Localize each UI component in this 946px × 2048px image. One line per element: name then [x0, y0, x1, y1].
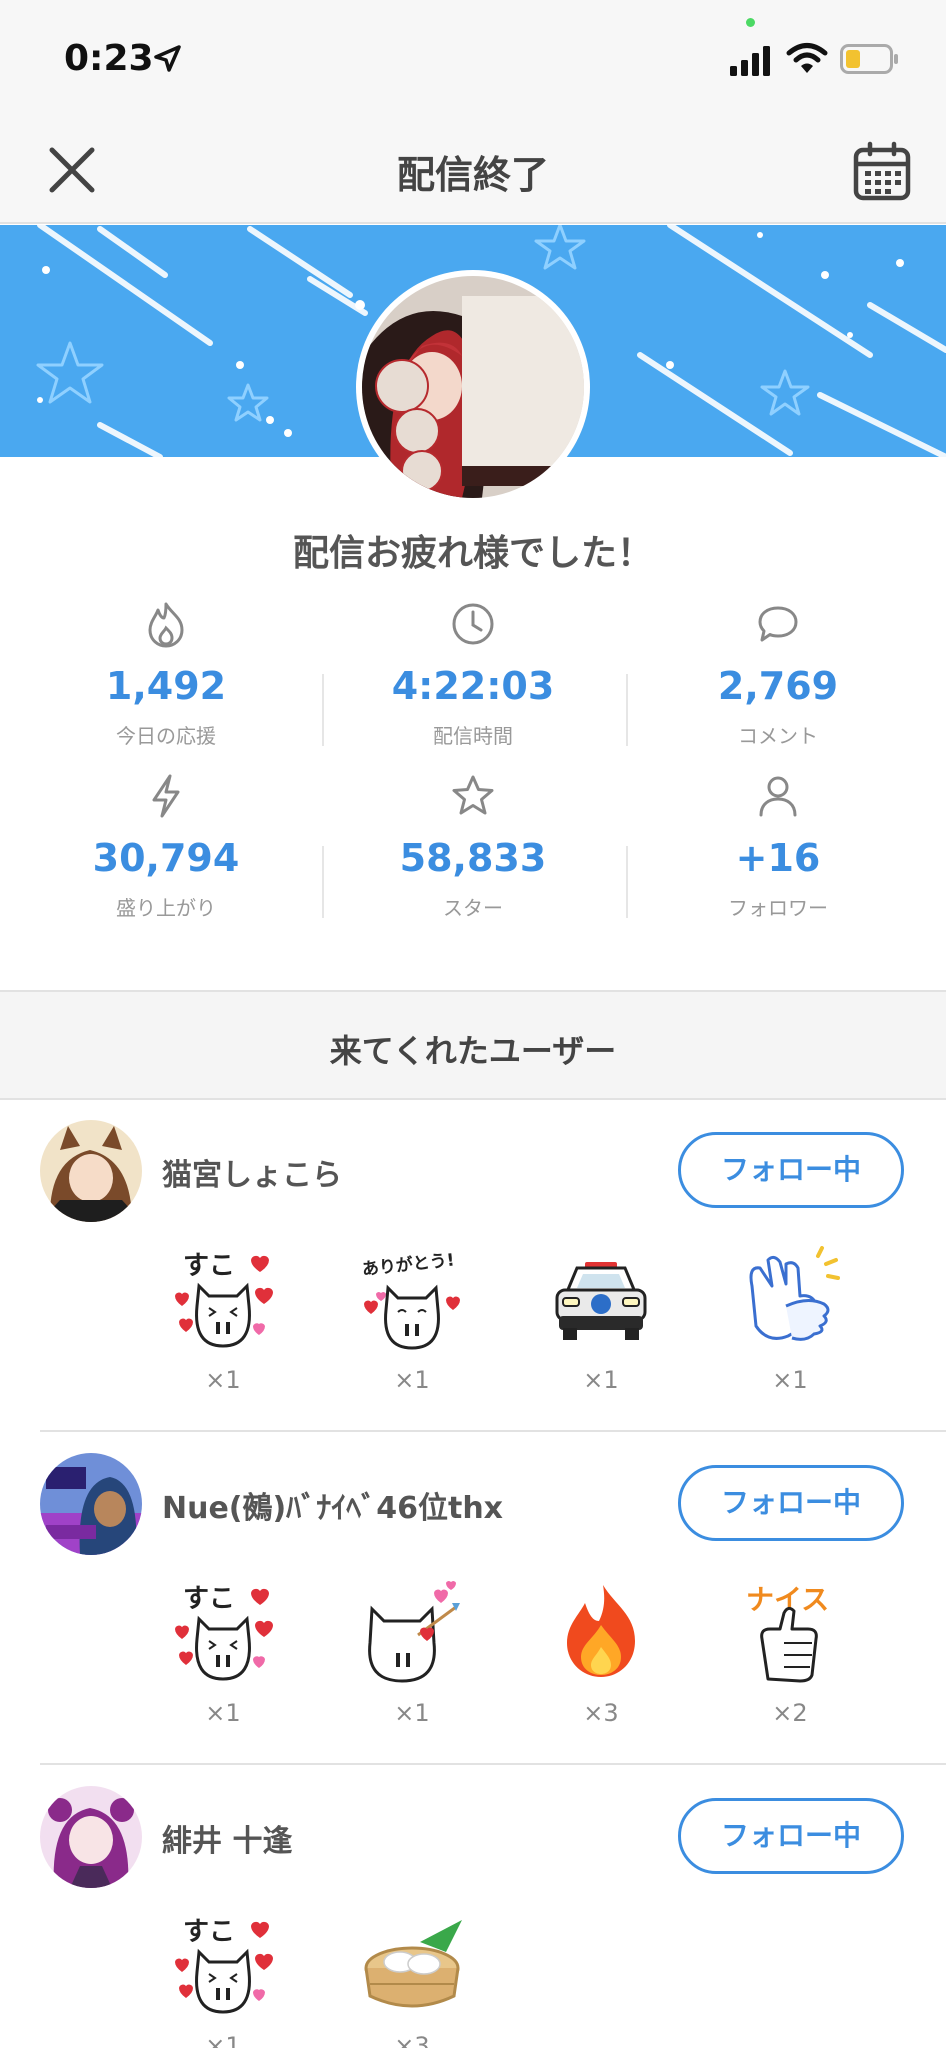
- battery-icon: [840, 44, 900, 78]
- arigatou-cat-sticker-icon: ありがとう!: [360, 1246, 464, 1350]
- following-button[interactable]: フォロー中: [678, 1465, 904, 1541]
- svg-text:すこ: すこ: [183, 1584, 235, 1614]
- clock-icon: [449, 600, 497, 648]
- user-row[interactable]: Nue(鵺)ﾊﾞﾅｲﾍﾞ46位thx フォロー中 すこ ×1 ×1 ×3 ナイス…: [0, 1433, 946, 1765]
- stat-followers: +16 フォロワー: [626, 772, 930, 932]
- gift-item: ×3: [536, 1579, 666, 1729]
- stat-stars: 58,833 スター: [321, 772, 625, 932]
- suko-cat-sticker-icon: すこ: [171, 1579, 275, 1683]
- cupid-cat-sticker-icon: [360, 1579, 464, 1683]
- status-time: 0:23: [64, 38, 154, 79]
- svg-text:すこ: すこ: [183, 1917, 235, 1947]
- gift-item: ×3: [347, 1912, 477, 2048]
- user-name[interactable]: 緋井 十逢: [162, 1816, 292, 1860]
- gift-count: ×1: [394, 1699, 430, 1727]
- mic-indicator-icon: [746, 18, 755, 27]
- person-icon: [754, 772, 802, 820]
- stat-value: 2,769: [717, 664, 839, 708]
- stat-label: 配信時間: [433, 724, 513, 748]
- nice-thumbs-up-sticker-icon: ナイス: [738, 1579, 842, 1683]
- user-row[interactable]: 猫宮しょこら フォロー中 すこ ×1 ありがとう! ×1 ×1 ×1: [0, 1100, 946, 1432]
- following-button[interactable]: フォロー中: [678, 1798, 904, 1874]
- section-title: 来てくれたユーザー: [329, 1032, 617, 1070]
- stat-label: フォロワー: [728, 896, 828, 920]
- calendar-icon[interactable]: [850, 140, 914, 204]
- gift-item: ×1: [347, 1579, 477, 1729]
- stat-duration: 4:22:03 配信時間: [321, 600, 625, 760]
- stat-value: 58,833: [399, 836, 547, 880]
- comment-icon: [754, 600, 802, 648]
- star-icon: [449, 772, 497, 820]
- user-name[interactable]: Nue(鵺)ﾊﾞﾅｲﾍﾞ46位thx: [162, 1483, 503, 1527]
- svg-text:ありがとう!: ありがとう!: [361, 1249, 455, 1280]
- gift-count: ×1: [772, 1366, 808, 1394]
- fire-sticker-icon: [549, 1579, 653, 1683]
- gift-count: ×2: [772, 1699, 808, 1727]
- divider: [40, 1430, 946, 1432]
- flame-icon: [142, 600, 190, 648]
- stat-support: 1,492 今日の応援: [14, 600, 318, 760]
- stat-value: 1,492: [105, 664, 227, 708]
- user-name[interactable]: 猫宮しょこら: [162, 1150, 342, 1194]
- gift-count: ×3: [583, 1699, 619, 1727]
- avatar[interactable]: [40, 1120, 142, 1222]
- avatar[interactable]: [40, 1453, 142, 1555]
- suko-cat-sticker-icon: すこ: [171, 1246, 275, 1350]
- gift-count: ×1: [394, 1366, 430, 1394]
- stat-excitement: 30,794 盛り上がり: [14, 772, 318, 932]
- page-title: 配信終了: [396, 153, 549, 197]
- nav-bar: 配信終了: [0, 120, 946, 224]
- streamer-avatar: [356, 270, 590, 504]
- gift-count: ×1: [205, 2032, 241, 2048]
- dumpling-steamer-sticker-icon: [360, 1912, 464, 2016]
- gift-item: ×1: [536, 1246, 666, 1396]
- cellular-signal-icon: [730, 46, 774, 80]
- stat-label: コメント: [738, 724, 818, 748]
- gift-item: すこ ×1: [158, 1246, 288, 1396]
- stat-label: 今日の応援: [116, 724, 216, 748]
- suko-cat-sticker-icon: すこ: [171, 1912, 275, 2016]
- gift-count: ×1: [583, 1366, 619, 1394]
- gift-count: ×1: [205, 1699, 241, 1727]
- stat-value: +16: [735, 836, 821, 880]
- gift-item: ×1: [725, 1246, 855, 1396]
- following-button[interactable]: フォロー中: [678, 1132, 904, 1208]
- gift-count: ×3: [394, 2032, 430, 2048]
- gift-item: すこ ×1: [158, 1579, 288, 1729]
- police-car-sticker-icon: [549, 1246, 653, 1350]
- stat-label: スター: [443, 896, 503, 920]
- avatar[interactable]: [40, 1786, 142, 1888]
- svg-text:すこ: すこ: [183, 1251, 235, 1281]
- thanks-message: 配信お疲れ様でした！: [292, 533, 653, 574]
- gift-item: すこ ×1: [158, 1912, 288, 2048]
- section-header: 来てくれたユーザー: [0, 990, 946, 1100]
- gift-item: ありがとう! ×1: [347, 1246, 477, 1396]
- stat-label: 盛り上がり: [116, 896, 216, 920]
- location-arrow-icon: [152, 44, 182, 78]
- wifi-icon: [786, 42, 828, 80]
- user-row[interactable]: 緋井 十逢 フォロー中 すこ ×1 ×3: [0, 1766, 946, 2048]
- clapping-hands-sticker-icon: [738, 1246, 842, 1350]
- divider: [40, 1763, 946, 1765]
- lightning-icon: [142, 772, 190, 820]
- gift-count: ×1: [205, 1366, 241, 1394]
- status-bar: 0:23: [0, 0, 946, 120]
- stat-value: 30,794: [92, 836, 240, 880]
- stat-comments: 2,769 コメント: [626, 600, 930, 760]
- stat-value: 4:22:03: [391, 664, 555, 708]
- gift-item: ナイス ×2: [725, 1579, 855, 1729]
